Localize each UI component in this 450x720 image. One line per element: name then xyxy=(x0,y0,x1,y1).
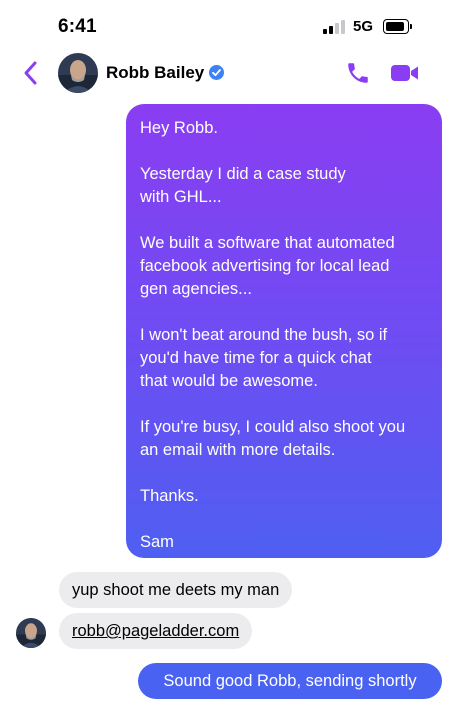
status-time: 6:41 xyxy=(58,16,97,37)
status-bar: 6:41 5G xyxy=(0,0,450,48)
message-paragraph: We built a software that automated faceb… xyxy=(140,234,395,298)
contact-avatar[interactable] xyxy=(58,53,98,93)
network-type: 5G xyxy=(353,18,374,35)
incoming-message-email[interactable]: robb@pageladder.com xyxy=(59,613,253,649)
phone-icon[interactable] xyxy=(345,60,371,86)
conversation-header: Robb Bailey xyxy=(0,50,450,96)
verified-badge-icon xyxy=(209,65,224,80)
video-camera-icon[interactable] xyxy=(390,62,420,84)
message-paragraph: Thanks. xyxy=(140,487,199,505)
battery-icon xyxy=(383,19,413,34)
outgoing-message[interactable]: Hey Robb. Yesterday I did a case study w… xyxy=(126,104,442,558)
back-chevron-icon[interactable] xyxy=(20,58,42,88)
email-link[interactable]: robb@pageladder.com xyxy=(72,622,239,640)
message-paragraph: If you're busy, I could also shoot you a… xyxy=(140,418,406,459)
signal-icon xyxy=(323,20,345,34)
message-paragraph: Sam xyxy=(140,533,174,551)
contact-name[interactable]: Robb Bailey xyxy=(106,63,204,83)
incoming-message[interactable]: yup shoot me deets my man xyxy=(59,572,293,608)
message-paragraph: Yesterday I did a case study with GHL... xyxy=(140,165,346,206)
sender-avatar[interactable] xyxy=(16,618,46,648)
message-paragraph: I won't beat around the bush, so if you'… xyxy=(140,326,388,390)
outgoing-message[interactable]: Sound good Robb, sending shortly xyxy=(138,663,442,699)
message-paragraph: Hey Robb. xyxy=(140,119,218,137)
